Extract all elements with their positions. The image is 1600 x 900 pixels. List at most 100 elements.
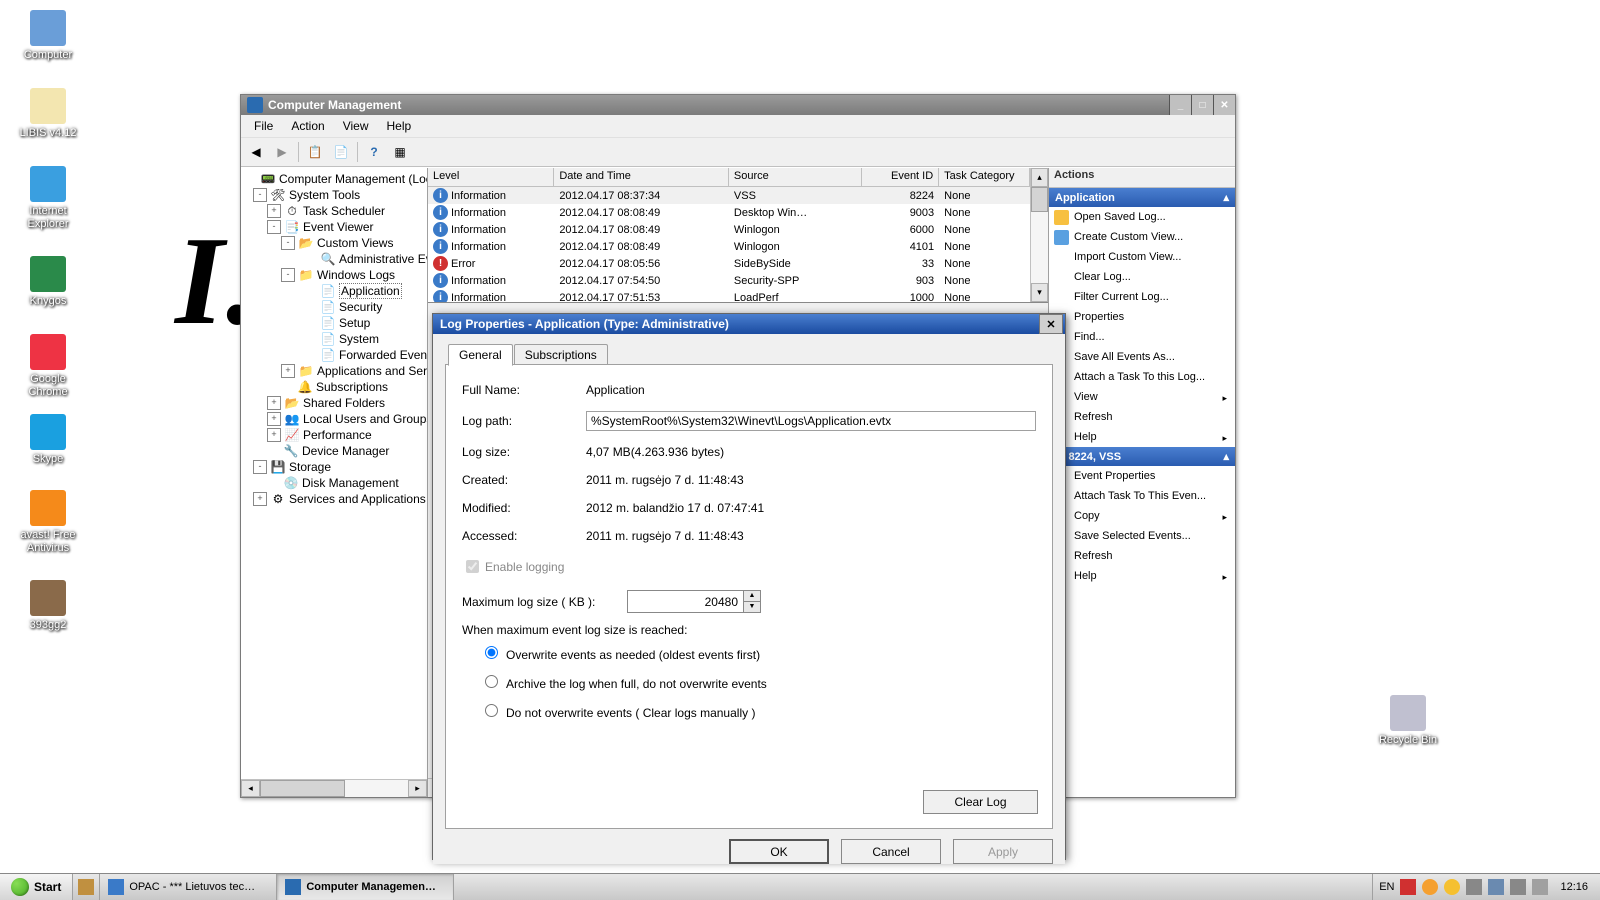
minimize-button[interactable]: _ bbox=[1169, 95, 1191, 115]
tree-node[interactable]: 📟Computer Management (Local) bbox=[241, 171, 427, 187]
grid-header[interactable]: LevelDate and TimeSourceEvent IDTask Cat… bbox=[428, 168, 1030, 187]
action-item[interactable]: Help▸ bbox=[1049, 566, 1235, 586]
tree-node[interactable]: -📂Custom Views bbox=[241, 235, 427, 251]
back-button[interactable]: ◀ bbox=[244, 140, 268, 164]
view-button[interactable]: ▦ bbox=[388, 140, 412, 164]
action-item[interactable]: Filter Current Log... bbox=[1049, 287, 1235, 307]
action-item[interactable]: Copy▸ bbox=[1049, 506, 1235, 526]
event-row[interactable]: iInformation2012.04.17 07:51:53LoadPerf1… bbox=[428, 289, 1030, 302]
grid-vscrollbar[interactable]: ▴ ▾ bbox=[1030, 168, 1048, 302]
event-row[interactable]: iInformation2012.04.17 08:37:34VSS8224No… bbox=[428, 187, 1030, 204]
maxsize-input[interactable] bbox=[628, 591, 743, 612]
action-item[interactable]: Create Custom View... bbox=[1049, 227, 1235, 247]
tree-expander[interactable]: - bbox=[281, 236, 295, 250]
tree-node[interactable]: -📑Event Viewer bbox=[241, 219, 427, 235]
tree-node[interactable]: -💾Storage bbox=[241, 459, 427, 475]
action-item[interactable]: Attach a Task To this Log... bbox=[1049, 367, 1235, 387]
window-titlebar[interactable]: Computer Management _ □ ✕ bbox=[241, 95, 1235, 115]
action-item[interactable]: Refresh bbox=[1049, 407, 1235, 427]
scroll-down-button[interactable]: ▾ bbox=[1031, 283, 1048, 302]
tree-node[interactable]: 🔍Administrative Eve bbox=[241, 251, 427, 267]
menu-file[interactable]: File bbox=[245, 116, 282, 136]
tree-node[interactable]: -🛠System Tools bbox=[241, 187, 427, 203]
cancel-button[interactable]: Cancel bbox=[841, 839, 941, 864]
desktop-icon[interactable]: 393gg2 bbox=[10, 580, 86, 632]
tree-node[interactable]: 📄Security bbox=[241, 299, 427, 315]
tree-node[interactable]: +⚙Services and Applications bbox=[241, 491, 427, 507]
tree-node[interactable]: 📄Forwarded Events bbox=[241, 347, 427, 363]
navigation-tree[interactable]: 📟Computer Management (Local)-🛠System Too… bbox=[241, 168, 428, 797]
volume-icon[interactable] bbox=[1422, 879, 1438, 895]
tree-expander[interactable]: + bbox=[281, 364, 295, 378]
scroll-thumb[interactable] bbox=[1031, 187, 1048, 212]
action-item[interactable]: Refresh bbox=[1049, 546, 1235, 566]
forward-button[interactable]: ▶ bbox=[270, 140, 294, 164]
tab-subscriptions[interactable]: Subscriptions bbox=[514, 344, 608, 365]
properties-button[interactable]: 📄 bbox=[329, 140, 353, 164]
tree-expander[interactable]: - bbox=[253, 460, 267, 474]
tree-node[interactable]: 🔔Subscriptions bbox=[241, 379, 427, 395]
desktop-icon[interactable]: LIBIS v4.12 bbox=[10, 88, 86, 140]
tree-node[interactable]: -📁Windows Logs bbox=[241, 267, 427, 283]
apply-button[interactable]: Apply bbox=[953, 839, 1053, 864]
desktop-icon[interactable]: Recycle Bin bbox=[1370, 695, 1446, 747]
radio-manual[interactable]: Do not overwrite events ( Clear logs man… bbox=[480, 701, 1036, 720]
tree-expander[interactable]: - bbox=[253, 188, 267, 202]
column-header[interactable]: Task Category bbox=[939, 168, 1030, 186]
close-button[interactable]: ✕ bbox=[1213, 95, 1235, 115]
task-computer-management[interactable]: Computer Managemen… bbox=[277, 874, 454, 900]
events-grid[interactable]: LevelDate and TimeSourceEvent IDTask Cat… bbox=[428, 168, 1030, 302]
tree-node[interactable]: +📈Performance bbox=[241, 427, 427, 443]
tree-expander[interactable]: + bbox=[267, 396, 281, 410]
desktop-icon[interactable]: Google Chrome bbox=[10, 334, 86, 399]
tree-expander[interactable]: + bbox=[267, 428, 281, 442]
actions-header-event[interactable]: nt 8224, VSS▴ bbox=[1049, 447, 1235, 466]
tree-expander[interactable]: - bbox=[281, 268, 295, 282]
action-item[interactable]: Event Properties bbox=[1049, 466, 1235, 486]
desktop-icon[interactable]: avast! Free Antivirus bbox=[10, 490, 86, 555]
up-button[interactable]: 📋 bbox=[303, 140, 327, 164]
desktop-icon[interactable]: Skype bbox=[10, 414, 86, 466]
maxsize-spinner[interactable]: ▲▼ bbox=[627, 590, 761, 613]
tree-expander[interactable]: - bbox=[267, 220, 281, 234]
scroll-thumb[interactable] bbox=[260, 780, 345, 797]
tree-node[interactable]: +📁Applications and Servi bbox=[241, 363, 427, 379]
radio-overwrite[interactable]: Overwrite events as needed (oldest event… bbox=[480, 643, 1036, 662]
tree-node[interactable]: +👥Local Users and Groups bbox=[241, 411, 427, 427]
event-row[interactable]: iInformation2012.04.17 08:08:49Desktop W… bbox=[428, 204, 1030, 221]
tree-expander[interactable]: + bbox=[267, 204, 281, 218]
tray-icon[interactable] bbox=[1444, 879, 1460, 895]
event-row[interactable]: !Error2012.04.17 08:05:56SideBySide33Non… bbox=[428, 255, 1030, 272]
tree-node[interactable]: 📄System bbox=[241, 331, 427, 347]
tree-node[interactable]: 📄Setup bbox=[241, 315, 427, 331]
action-item[interactable]: Import Custom View... bbox=[1049, 247, 1235, 267]
column-header[interactable]: Event ID bbox=[862, 168, 939, 186]
column-header[interactable]: Source bbox=[729, 168, 862, 186]
action-item[interactable]: Clear Log... bbox=[1049, 267, 1235, 287]
action-item[interactable]: View▸ bbox=[1049, 387, 1235, 407]
desktop-icon[interactable]: Computer bbox=[10, 10, 86, 62]
tray-icon[interactable] bbox=[1466, 879, 1482, 895]
action-item[interactable]: Find... bbox=[1049, 327, 1235, 347]
action-item[interactable]: Save All Events As... bbox=[1049, 347, 1235, 367]
spin-down-button[interactable]: ▼ bbox=[744, 602, 760, 612]
action-item[interactable]: Save Selected Events... bbox=[1049, 526, 1235, 546]
tree-node[interactable]: +📂Shared Folders bbox=[241, 395, 427, 411]
tree-expander[interactable]: + bbox=[267, 412, 281, 426]
actions-header-application[interactable]: Application▴ bbox=[1049, 188, 1235, 207]
clock[interactable]: 12:16 bbox=[1554, 881, 1594, 893]
action-item[interactable]: Help▸ bbox=[1049, 427, 1235, 447]
tree-node[interactable]: 🔧Device Manager bbox=[241, 443, 427, 459]
help-button[interactable]: ? bbox=[362, 140, 386, 164]
dialog-close-button[interactable]: ✕ bbox=[1039, 314, 1063, 334]
scroll-left-button[interactable]: ◂ bbox=[241, 780, 260, 797]
desktop-icon[interactable]: Knygos bbox=[10, 256, 86, 308]
ql-explorer-icon[interactable] bbox=[78, 879, 94, 895]
tree-node[interactable]: 📄Application bbox=[241, 283, 427, 299]
event-row[interactable]: iInformation2012.04.17 08:08:49Winlogon4… bbox=[428, 238, 1030, 255]
logpath-input[interactable] bbox=[586, 411, 1036, 431]
maximize-button[interactable]: □ bbox=[1191, 95, 1213, 115]
network-icon[interactable] bbox=[1488, 879, 1504, 895]
tray-icon[interactable] bbox=[1400, 879, 1416, 895]
column-header[interactable]: Level bbox=[428, 168, 554, 186]
